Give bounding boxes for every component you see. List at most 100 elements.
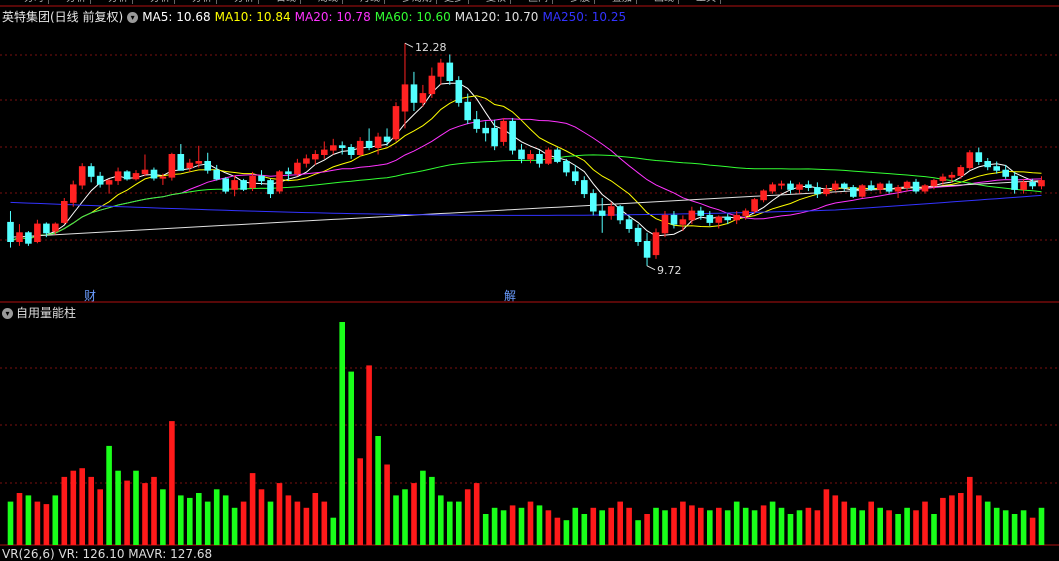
candle-body [661, 214, 669, 234]
volume-bar [769, 501, 776, 545]
candle-body [894, 187, 902, 192]
candle-body [688, 210, 696, 221]
candle-body [34, 223, 41, 243]
candle-body [912, 181, 920, 192]
candle-body [778, 183, 785, 186]
high-price-pointer [404, 42, 414, 48]
candle-body [634, 227, 642, 242]
candle-body [536, 154, 543, 164]
volume-bar [841, 501, 848, 545]
volume-bar [859, 510, 865, 545]
volume-bar [393, 495, 399, 545]
candle-body [43, 223, 50, 234]
candle-body [903, 181, 911, 189]
ma10-line [10, 95, 1042, 242]
indicator-title: 自用量能柱 [16, 306, 77, 320]
candle-body [285, 171, 292, 175]
candle-body [652, 232, 660, 256]
volume-bar [886, 510, 892, 545]
volume-bar [976, 495, 982, 545]
candle-body [383, 136, 391, 142]
high-price-label: 12.28 [415, 41, 447, 54]
candle-body [590, 193, 597, 212]
volume-bar [106, 445, 112, 545]
volume-bar [680, 501, 686, 545]
volume-bar [653, 507, 659, 545]
candle-body [321, 149, 328, 156]
candle-body [921, 185, 929, 192]
ma250-line [10, 194, 1042, 216]
candle-body [930, 180, 938, 187]
volume-bar [16, 493, 23, 545]
candle-body [867, 185, 875, 190]
volume-bar [88, 476, 94, 545]
candle-body [267, 180, 274, 195]
volume-bar [222, 495, 229, 545]
volume-bar [115, 470, 121, 545]
volume-bar [375, 436, 381, 545]
volume-bar [617, 501, 623, 545]
candle-body [572, 171, 579, 182]
volume-bar [169, 421, 175, 545]
candle-body [733, 214, 741, 221]
volume-bar [133, 470, 139, 545]
volume-bar [411, 483, 417, 545]
candle-body [805, 184, 812, 188]
volume-bar [958, 493, 964, 545]
candle-body [679, 219, 687, 225]
candle-body [159, 176, 167, 179]
candle-body [70, 184, 77, 203]
candle-body [554, 149, 561, 162]
volume-bar [357, 458, 363, 545]
candle-body [885, 183, 893, 192]
volume-bar [491, 507, 498, 545]
candle-body [123, 171, 131, 180]
volume-bar [608, 507, 614, 545]
candle-body [527, 154, 534, 160]
candle-body [598, 210, 606, 216]
candle-body [419, 93, 427, 103]
candle-body [96, 175, 104, 185]
candle-body [706, 214, 714, 223]
volume-bar [895, 514, 901, 545]
candle-body [177, 154, 185, 171]
volume-bar [267, 501, 274, 545]
volume-bar [707, 510, 713, 545]
volume-bar [689, 505, 695, 545]
volume-bar [644, 514, 650, 545]
candle-body [993, 166, 1001, 171]
volume-bar [366, 365, 372, 545]
candle-body [1020, 181, 1027, 190]
candle-body [787, 183, 794, 190]
candle-body [832, 183, 839, 190]
volume-bar [760, 505, 767, 545]
volume-bar [913, 510, 919, 545]
candle-body [939, 176, 947, 182]
candle-body [697, 210, 705, 216]
candle-body [625, 219, 633, 230]
volume-bar [993, 507, 1000, 545]
volume-bar [922, 501, 928, 545]
candle-body [213, 169, 220, 180]
candle-body [500, 120, 507, 142]
volume-bar [303, 507, 310, 545]
candle-body [392, 106, 400, 140]
candle-body [751, 199, 758, 212]
candle-body [518, 149, 525, 160]
volume-bar [716, 507, 722, 545]
volume-bar [724, 510, 731, 545]
volume-bar [187, 497, 193, 545]
volume-bar [796, 510, 803, 545]
volume-bar [276, 483, 283, 545]
candle-body [437, 62, 445, 77]
volume-bar [124, 480, 130, 545]
candle-body [509, 120, 516, 151]
volume-bar [339, 322, 345, 545]
candle-body [338, 145, 346, 149]
indicator-settings-icon[interactable]: ▾ [2, 308, 13, 319]
indicator-header: ▾ 自用量能柱 [2, 304, 76, 321]
volume-bar [931, 514, 937, 545]
candle-body [78, 166, 86, 186]
candle-body [491, 127, 498, 147]
candle-body [966, 152, 974, 169]
